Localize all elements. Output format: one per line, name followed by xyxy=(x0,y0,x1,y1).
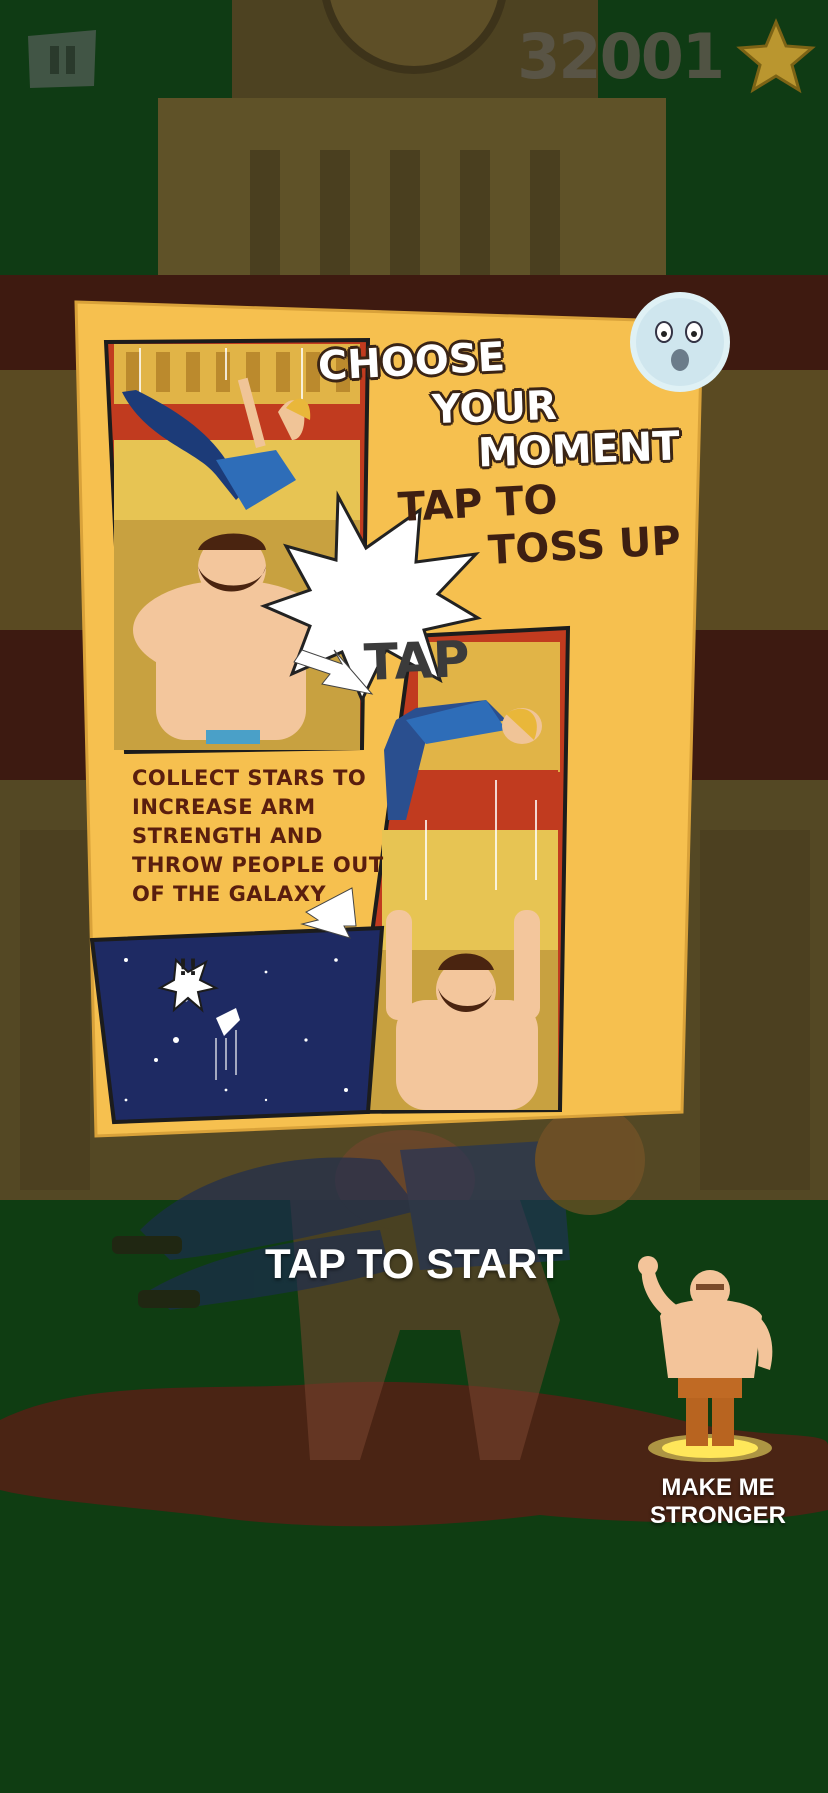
tap-burst-label: TAP xyxy=(363,630,471,692)
tutorial-heading-line1: CHOOSE xyxy=(316,334,507,390)
tutorial-instruction-line1: TAP TO xyxy=(396,476,559,532)
strongman-icon xyxy=(638,1256,773,1462)
pause-button[interactable] xyxy=(24,26,100,92)
panel-galaxy xyxy=(89,925,385,1125)
star-icon xyxy=(736,18,816,94)
tutorial-instruction-line2: TOSS UP xyxy=(486,517,682,575)
pause-icon xyxy=(28,30,96,88)
make-me-stronger-label[interactable]: MAKE ME STRONGER xyxy=(610,1474,826,1530)
collect-stars-text: COLLECT STARS TO INCREASE ARM STRENGTH A… xyxy=(132,766,384,906)
make-me-stronger-button[interactable] xyxy=(620,1254,820,1494)
game-scene[interactable]: 32001 CHOOSE YOUR MOMENT TAP TO TOSS UP … xyxy=(0,0,828,1793)
moon-face-icon xyxy=(630,292,730,392)
score-counter: 32001 xyxy=(517,20,725,93)
tutorial-heading-line3: MOMENT xyxy=(477,423,681,477)
panel-toss xyxy=(103,337,371,755)
tutorial-heading-line2: YOUR xyxy=(431,382,558,434)
alert-burst-label: !! xyxy=(178,956,199,981)
